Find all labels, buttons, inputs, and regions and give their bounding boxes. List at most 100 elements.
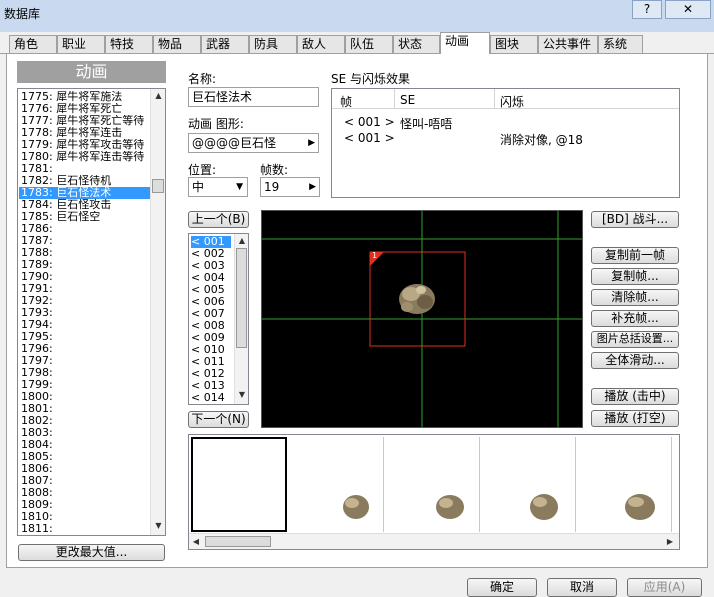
- batch-settings-button[interactable]: 图片总括设置...: [591, 331, 679, 348]
- prev-frame-button[interactable]: 上一个(B): [188, 211, 249, 228]
- list-item[interactable]: 1787:: [19, 235, 151, 247]
- tab-2[interactable]: 特技: [105, 35, 153, 53]
- name-label: 名称:: [188, 72, 217, 86]
- frames-value: 19: [264, 180, 280, 194]
- scroll-down-arrow-icon[interactable]: ▼: [235, 390, 248, 400]
- clear-frame-button[interactable]: 清除帧...: [591, 289, 679, 306]
- list-item[interactable]: 1806:: [19, 463, 151, 475]
- list-item[interactable]: 1789:: [19, 259, 151, 271]
- position-select[interactable]: 中 ▼: [188, 177, 248, 197]
- scroll-thumb[interactable]: [152, 179, 164, 193]
- list-item[interactable]: 1786:: [19, 223, 151, 235]
- tab-5[interactable]: 防具: [249, 35, 297, 53]
- tab-1[interactable]: 职业: [57, 35, 105, 53]
- tab-8[interactable]: 状态: [393, 35, 440, 53]
- list-item[interactable]: 1783: 巨石怪法术: [19, 187, 151, 199]
- list-item[interactable]: 1801:: [19, 403, 151, 415]
- list-scrollbar[interactable]: ▲ ▼: [150, 89, 165, 535]
- tab-12[interactable]: 系统: [598, 35, 643, 53]
- frames-spinner[interactable]: 19 ▶: [260, 177, 320, 197]
- tab-6[interactable]: 敌人: [297, 35, 345, 53]
- tab-7[interactable]: 队伍: [345, 35, 393, 53]
- tab-10[interactable]: 图块: [490, 35, 538, 53]
- list-item[interactable]: 1784: 巨石怪攻击: [19, 199, 151, 211]
- next-frame-button[interactable]: 下一个(N): [188, 411, 249, 428]
- close-button[interactable]: ✕: [665, 0, 711, 19]
- list-item[interactable]: 1794:: [19, 319, 151, 331]
- tab-4[interactable]: 武器: [201, 35, 249, 53]
- fill-frame-button[interactable]: 补充帧...: [591, 310, 679, 327]
- tab-3[interactable]: 物品: [153, 35, 201, 53]
- list-item[interactable]: 1797:: [19, 355, 151, 367]
- frame-thumbnail[interactable]: [576, 437, 672, 532]
- list-item[interactable]: 1782: 巨石怪待机: [19, 175, 151, 187]
- scroll-up-arrow-icon[interactable]: ▲: [235, 236, 248, 246]
- copy-frame-button[interactable]: 复制帧...: [591, 268, 679, 285]
- list-item[interactable]: 1795:: [19, 331, 151, 343]
- animation-canvas[interactable]: 1: [261, 210, 583, 428]
- frame-list[interactable]: < 001 < 002 < 003 < 004 < 005 < 006 < 007 < 008…: [188, 233, 249, 405]
- ok-button[interactable]: 确定: [467, 578, 537, 597]
- list-item[interactable]: 1790:: [19, 271, 151, 283]
- list-item[interactable]: 1796:: [19, 343, 151, 355]
- apply-button[interactable]: 应用(A): [627, 578, 702, 597]
- list-item[interactable]: 1785: 巨石怪空: [19, 211, 151, 223]
- list-item[interactable]: 1777: 犀牛将军死亡等待: [19, 115, 151, 127]
- scroll-thumb[interactable]: [205, 536, 271, 547]
- list-item[interactable]: 1805:: [19, 451, 151, 463]
- change-max-button[interactable]: 更改最大值...: [18, 544, 165, 561]
- tab-0[interactable]: 角色: [9, 35, 57, 53]
- tab-9[interactable]: 动画: [440, 32, 490, 54]
- scroll-thumb[interactable]: [236, 248, 247, 348]
- tab-11[interactable]: 公共事件: [538, 35, 598, 53]
- play-miss-button[interactable]: 播放 (打空): [591, 410, 679, 427]
- list-item[interactable]: 1798:: [19, 367, 151, 379]
- battle-bg-button[interactable]: [BD] 战斗...: [591, 211, 679, 228]
- list-item[interactable]: 1792:: [19, 295, 151, 307]
- se-row-frame[interactable]: < 001 >: [344, 131, 395, 145]
- list-item[interactable]: 1788:: [19, 247, 151, 259]
- frame-thumbnail[interactable]: [191, 437, 287, 532]
- list-item[interactable]: 1791:: [19, 283, 151, 295]
- frame-thumbnail[interactable]: [384, 437, 480, 532]
- animation-list[interactable]: 1775: 犀牛将军施法 1776: 犀牛将军死亡 1777: 犀牛将军死亡等待 17…: [17, 88, 166, 536]
- frame-thumbnail[interactable]: [480, 437, 576, 532]
- scroll-left-arrow-icon[interactable]: ◀: [191, 537, 201, 547]
- slide-all-button[interactable]: 全体滑动...: [591, 352, 679, 369]
- scroll-right-arrow-icon[interactable]: ▶: [665, 537, 675, 547]
- name-input[interactable]: 巨石怪法术: [188, 87, 319, 107]
- frame-strip-scrollbar[interactable]: ◀ ▶: [189, 533, 679, 549]
- frame-strip[interactable]: ◀ ▶: [188, 434, 680, 550]
- list-item[interactable]: 1811:: [19, 523, 151, 535]
- arrow-right-icon: ▶: [309, 182, 316, 192]
- list-item[interactable]: 1778: 犀牛将军连击: [19, 127, 151, 139]
- list-item[interactable]: 1781:: [19, 163, 151, 175]
- list-item[interactable]: 1809:: [19, 499, 151, 511]
- list-item[interactable]: 1807:: [19, 475, 151, 487]
- help-button[interactable]: ?: [632, 0, 662, 19]
- frame-list-item[interactable]: < 014: [191, 392, 231, 404]
- list-item[interactable]: 1808:: [19, 487, 151, 499]
- position-label: 位置:: [188, 163, 217, 177]
- scroll-up-arrow-icon[interactable]: ▲: [151, 91, 165, 101]
- list-item[interactable]: 1776: 犀牛将军死亡: [19, 103, 151, 115]
- se-table[interactable]: 帧 SE 闪烁 < 001 > 怪叫-唔唔 < 001 > 消除对像, @18: [331, 88, 680, 198]
- frame-thumbnail[interactable]: [288, 437, 384, 532]
- cancel-button[interactable]: 取消: [547, 578, 617, 597]
- list-item[interactable]: 1779: 犀牛将军攻击等待: [19, 139, 151, 151]
- play-hit-button[interactable]: 播放 (击中): [591, 388, 679, 405]
- se-row-frame[interactable]: < 001 >: [344, 115, 395, 129]
- frame-list-scrollbar[interactable]: ▲ ▼: [234, 234, 248, 404]
- scroll-down-arrow-icon[interactable]: ▼: [151, 521, 165, 531]
- list-item[interactable]: 1802:: [19, 415, 151, 427]
- copy-prev-frame-button[interactable]: 复制前一帧: [591, 247, 679, 264]
- list-item[interactable]: 1780: 犀牛将军连击等待: [19, 151, 151, 163]
- list-item[interactable]: 1793:: [19, 307, 151, 319]
- list-item[interactable]: 1775: 犀牛将军施法: [19, 91, 151, 103]
- graphic-field[interactable]: @@@@巨石怪 ▶: [188, 133, 319, 153]
- list-item[interactable]: 1804:: [19, 439, 151, 451]
- list-item[interactable]: 1803:: [19, 427, 151, 439]
- list-item[interactable]: 1800:: [19, 391, 151, 403]
- list-item[interactable]: 1810:: [19, 511, 151, 523]
- list-item[interactable]: 1799:: [19, 379, 151, 391]
